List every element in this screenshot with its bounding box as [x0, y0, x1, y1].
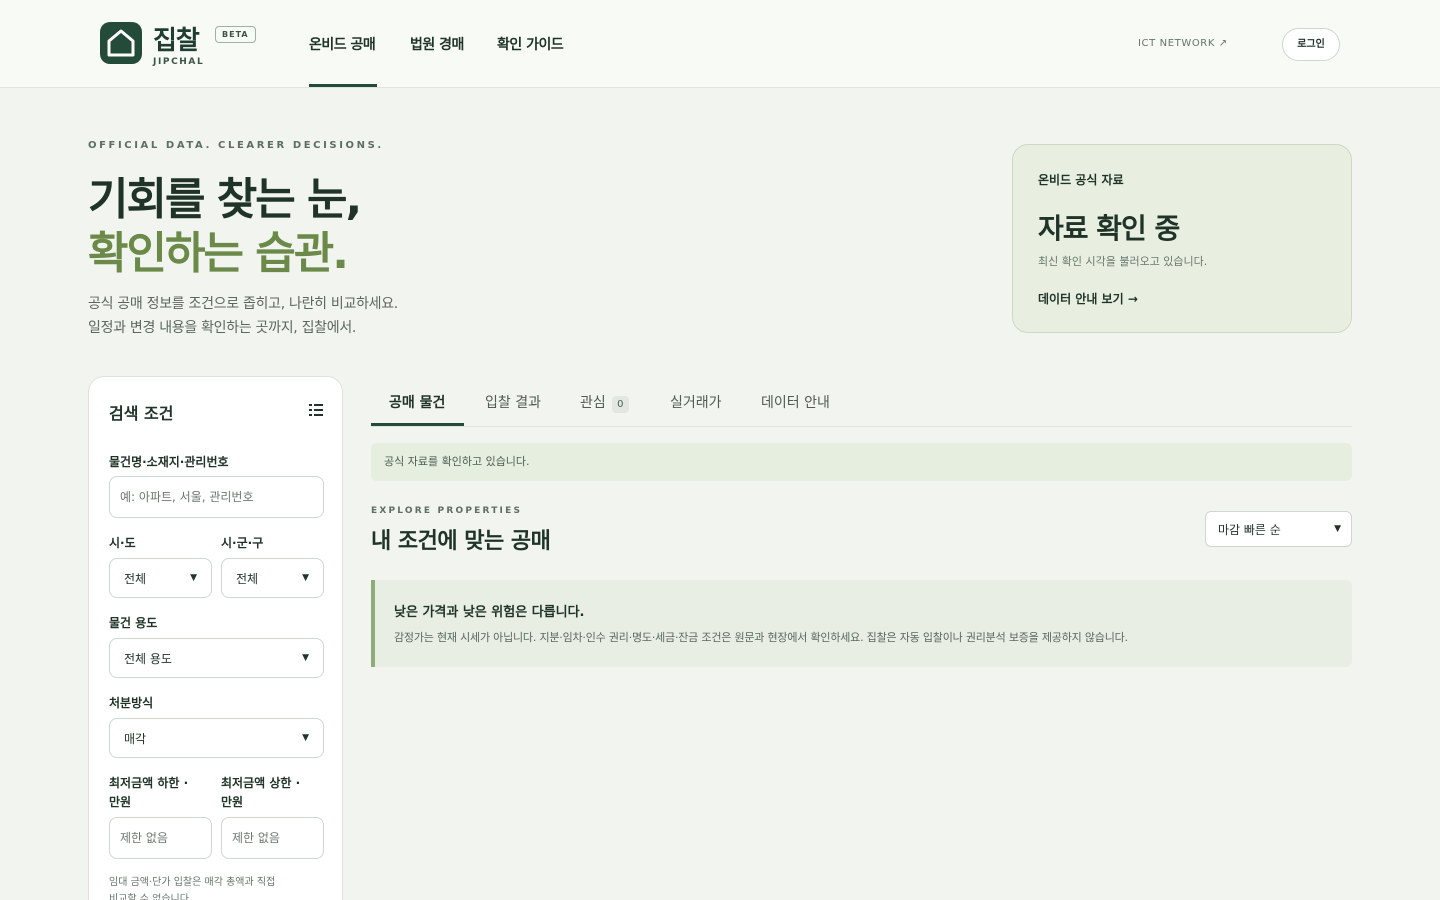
data-status-card: 온비드 공식 자료 자료 확인 중 최신 확인 시각을 불러오고 있습니다. 데…: [1012, 144, 1352, 333]
keyword-search-input[interactable]: [109, 476, 324, 518]
nav-active-indicator: [309, 84, 377, 87]
warning-title: 낮은 가격과 낮은 위험은 다릅니다.: [394, 605, 585, 620]
search-filter-panel: 검색 조건 물건명·소재지·관리번호 시·도 전체 ▼ 시·군·구 전체 ▼ 물…: [88, 376, 343, 900]
nav-onbid-auction[interactable]: 온비드 공매: [309, 34, 376, 54]
top-header: 집찰 JIPCHAL BETA 온비드 공매 법원 경매 확인 가이드 ICT …: [0, 0, 1440, 88]
warning-body: 감정가는 현재 시세가 아닙니다. 지분·임차·인수 권리·명도·세금·잔금 조…: [394, 631, 1128, 644]
max-price-label-line1: 최저금액 상한 ·: [221, 776, 301, 790]
min-price-input[interactable]: [109, 817, 212, 859]
ict-network-link[interactable]: ICT NETWORK ↗: [1138, 38, 1228, 49]
data-guide-link[interactable]: 데이터 안내 보기 →: [1038, 290, 1138, 307]
sido-select[interactable]: 전체 ▼: [109, 558, 212, 598]
sigungu-select[interactable]: 전체 ▼: [221, 558, 324, 598]
sido-select-value: 전체: [124, 571, 147, 586]
nav-court-auction[interactable]: 법원 경매: [410, 34, 464, 54]
status-card-title: 자료 확인 중: [1038, 212, 1180, 245]
tab-bid-results[interactable]: 입찰 결과: [485, 392, 541, 412]
logo-subtitle: JIPCHAL: [153, 57, 205, 67]
nav-check-guide[interactable]: 확인 가이드: [497, 34, 564, 54]
tab-data-guide[interactable]: 데이터 안내: [761, 392, 830, 412]
sigungu-select-value: 전체: [236, 571, 259, 586]
chevron-down-icon: ▼: [302, 733, 309, 743]
tab-auction-items[interactable]: 공매 물건: [389, 392, 445, 412]
tabs-divider: [371, 426, 1352, 427]
min-price-label-line1: 최저금액 하한 ·: [109, 776, 189, 790]
tab-favorites-label: 관심: [580, 395, 606, 411]
logo-name[interactable]: 집찰: [153, 20, 200, 57]
disposal-select-value: 매각: [124, 731, 147, 746]
status-card-subtitle: 최신 확인 시각을 불러오고 있습니다.: [1038, 255, 1208, 268]
tab-favorites[interactable]: 관심 0: [580, 392, 629, 413]
filter-panel-title: 검색 조건: [109, 404, 174, 423]
disposal-select[interactable]: 매각 ▼: [109, 718, 324, 758]
max-price-input[interactable]: [221, 817, 324, 859]
hero-description-line1: 공식 공매 정보를 조건으로 좁히고, 나란히 비교하세요.: [88, 296, 398, 312]
usage-select[interactable]: 전체 용도 ▼: [109, 638, 324, 678]
status-card-label: 온비드 공식 자료: [1038, 173, 1124, 187]
filter-toggle-icon[interactable]: [309, 403, 323, 417]
sido-label: 시·도: [109, 536, 136, 550]
sort-select[interactable]: 마감 빠른 순 ▼: [1205, 511, 1352, 547]
tab-real-transactions[interactable]: 실거래가: [670, 392, 722, 412]
sort-select-value: 마감 빠른 순: [1218, 522, 1281, 537]
login-button[interactable]: 로그인: [1282, 28, 1340, 61]
hero-description-line2: 일정과 변경 내용을 확인하는 곳까지, 집찰에서.: [88, 320, 357, 336]
risk-warning-box: 낮은 가격과 낮은 위험은 다릅니다. 감정가는 현재 시세가 아닙니다. 지분…: [371, 580, 1352, 667]
usage-label: 물건 용도: [109, 616, 158, 630]
logo-house-icon[interactable]: [100, 22, 142, 64]
chevron-down-icon: ▼: [302, 653, 309, 663]
min-price-label-line2: 만원: [109, 795, 132, 809]
chevron-down-icon: ▼: [190, 573, 197, 583]
price-hint-line2: 비교할 수 없습니다.: [109, 894, 193, 900]
section-eyebrow: EXPLORE PROPERTIES: [371, 506, 523, 516]
tab-active-indicator: [371, 423, 464, 426]
disposal-label: 처분방식: [109, 696, 154, 710]
chevron-down-icon: ▼: [1334, 524, 1341, 534]
hero-eyebrow: OFFICIAL DATA. CLEARER DECISIONS.: [88, 140, 384, 151]
favorites-count-badge: 0: [611, 396, 629, 413]
section-title: 내 조건에 맞는 공매: [371, 529, 551, 554]
price-hint-line1: 임대 금액·단가 입찰은 매각 총액과 직접: [109, 877, 276, 888]
beta-badge: BETA: [215, 26, 256, 43]
sigungu-label: 시·군·구: [221, 536, 264, 550]
usage-select-value: 전체 용도: [124, 651, 172, 666]
keyword-label: 물건명·소재지·관리번호: [109, 455, 229, 469]
max-price-label-line2: 만원: [221, 795, 244, 809]
loading-notice: 공식 자료를 확인하고 있습니다.: [371, 443, 1352, 481]
hero-headline-line2: 확인하는 습관.: [88, 228, 349, 279]
chevron-down-icon: ▼: [302, 573, 309, 583]
